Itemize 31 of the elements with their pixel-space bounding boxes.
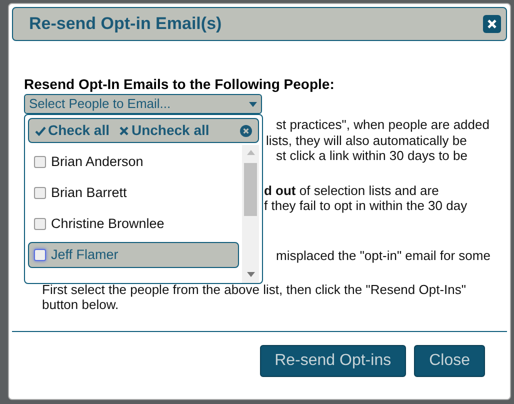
checkbox[interactable]	[34, 187, 46, 199]
paragraph-line: f they fail to opt in within the 30 day	[264, 198, 468, 214]
close-button[interactable]	[483, 15, 501, 33]
paragraph-line: d out of selection lists and are	[264, 182, 439, 198]
paragraph-line: st click a link within 30 days to be	[276, 148, 468, 164]
paragraph-line: lists, they will also automatically be	[266, 132, 467, 148]
close-icon	[487, 19, 497, 29]
checkbox[interactable]	[34, 249, 46, 261]
paragraph-line: misplaced the "opt-in" email for some	[276, 248, 490, 263]
window-title: Re-send Opt-in Email(s)	[29, 13, 222, 36]
uncheck-all-link[interactable]: Uncheck all	[119, 120, 210, 141]
person-option[interactable]: Christine Brownlee	[28, 211, 239, 237]
paragraph-line: st practices", when people are added	[276, 117, 490, 132]
checkbox[interactable]	[34, 156, 46, 168]
x-icon	[119, 126, 130, 136]
checkbox[interactable]	[34, 218, 46, 230]
scroll-up-icon[interactable]	[246, 150, 254, 155]
people-select[interactable]: Select People to Email...	[24, 94, 262, 114]
check-all-link[interactable]: Check all	[35, 120, 110, 141]
scrollbar[interactable]	[242, 145, 259, 283]
person-option[interactable]: Brian Anderson	[28, 149, 239, 175]
caret-icon	[249, 102, 257, 106]
close-icon[interactable]	[240, 124, 252, 136]
person-option[interactable]: Brian Barrett	[28, 180, 239, 206]
resend-button[interactable]: Re-send Opt-ins	[260, 345, 406, 377]
instructions-text: First select the people from the above list, then click the "Resend Opt-Ins" button below.	[42, 282, 467, 312]
close-dialog-button[interactable]: Close	[414, 345, 485, 377]
scroll-down-icon[interactable]	[246, 272, 254, 277]
check-icon	[35, 126, 46, 136]
field-label: Resend Opt-In Emails to the Following People:	[24, 76, 336, 92]
person-option[interactable]: Jeff Flamer	[28, 242, 239, 268]
